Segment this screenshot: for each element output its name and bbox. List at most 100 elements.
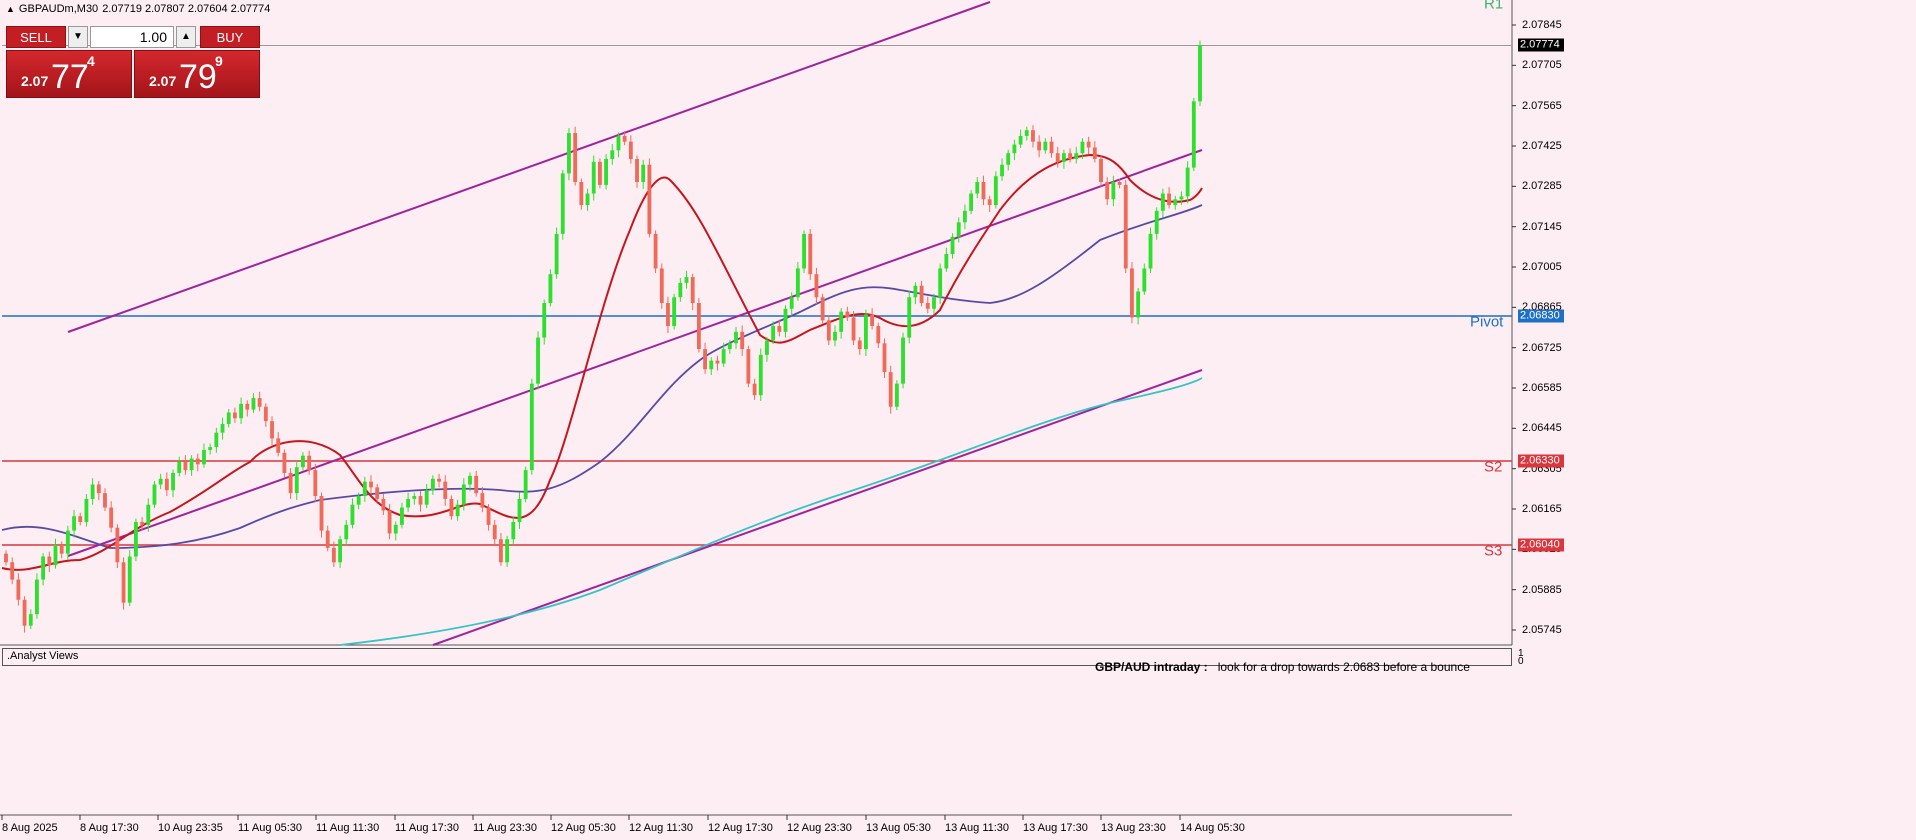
candle-body-bull — [1191, 101, 1196, 168]
level-name-s2: S2 — [1484, 458, 1503, 476]
price-tick-label: 2.06585 — [1522, 382, 1562, 394]
candle-body-bull — [938, 268, 943, 298]
candle-body-bull — [610, 150, 615, 159]
candle-body-bull — [1000, 164, 1004, 177]
symbol-timeframe: GBPAUDm,M30 — [18, 3, 99, 15]
sell-price-box[interactable]: 2.07 77 4 — [6, 50, 132, 98]
candle-body-bear — [1031, 130, 1035, 142]
candle-body-bull — [795, 268, 800, 298]
candle-body-bear — [96, 484, 101, 494]
candle-body-bull — [1012, 144, 1017, 154]
candle-body-bull — [529, 383, 534, 471]
candle-body-bull — [641, 164, 646, 183]
candle-body-bull — [338, 539, 342, 563]
price-axis[interactable]: 2.07845 2.07705 2.07565 2.07425 2.07285 2.071… — [1514, 0, 1916, 816]
analyst-headline: GBP/AUD intraday : look for a drop towar… — [1095, 660, 1470, 674]
candle-body-bear — [777, 326, 782, 332]
time-tick-label: 13 Aug 05:30 — [866, 822, 931, 834]
candle-body-bull — [226, 412, 231, 425]
candle-body-bear — [375, 487, 380, 499]
channel-middle-line — [67, 149, 1203, 557]
candle-body-bull — [344, 524, 349, 540]
candle-body-bear — [276, 438, 281, 453]
candle-body-bear — [325, 530, 330, 548]
candle-body-bear — [437, 478, 441, 482]
candle-body-bull — [771, 326, 776, 341]
lot-decrease-icon[interactable]: ▼ — [68, 26, 88, 48]
candle-body-bear — [1099, 158, 1103, 183]
candle-body-bull — [28, 614, 33, 626]
sell-price-main: 77 — [51, 58, 89, 96]
price-tick-label: 2.06725 — [1522, 341, 1562, 354]
candle-body-bear — [282, 452, 287, 473]
candle-body-bull — [393, 524, 398, 534]
candle-body-bull — [1148, 233, 1153, 269]
candle-body-bear — [22, 599, 27, 626]
price-tick-label: 2.05885 — [1522, 583, 1562, 596]
level-price-box-s3: 2.06040 — [1518, 538, 1564, 552]
candle-body-bull — [356, 496, 361, 505]
ma-slow-line — [339, 377, 1203, 646]
candle-body-bull — [1018, 135, 1023, 145]
candle-body-bull — [220, 424, 225, 433]
candle-body-bull — [758, 354, 763, 396]
candle-body-bull — [591, 161, 596, 194]
price-tick-label: 2.07145 — [1522, 220, 1562, 233]
candle-body-bull — [721, 349, 726, 364]
candle-body-bull — [1160, 193, 1165, 211]
candle-body-bear — [288, 472, 293, 494]
candle-body-bear — [307, 455, 312, 471]
candle-body-bear — [103, 493, 107, 508]
candle-body-bull — [1080, 141, 1085, 154]
time-tick-label: 12 Aug 11:30 — [629, 822, 694, 834]
candle-body-bear — [1037, 141, 1042, 151]
candle-body-bull — [189, 458, 194, 471]
candle-body-bull — [171, 472, 175, 491]
indicator-subwindow[interactable]: .Analyst Views GBP/AUD intraday : look f… — [2, 648, 1512, 674]
candle-body-bull — [864, 314, 868, 350]
time-tick-label: 12 Aug 17:30 — [708, 822, 773, 834]
candle-body-bear — [888, 372, 893, 407]
candle-body-bull — [802, 233, 806, 269]
price-tick-label: 2.07845 — [1522, 19, 1562, 31]
candle-body-bear — [59, 545, 64, 554]
lot-size-input[interactable]: 1.00 — [90, 26, 174, 48]
sell-price-sup: 4 — [87, 53, 95, 69]
candle-body-bull — [511, 521, 516, 540]
candle-body-bull — [956, 222, 961, 237]
candle-body-bull — [604, 158, 609, 185]
buy-price-main: 79 — [179, 58, 217, 96]
candle-body-bull — [1074, 153, 1079, 159]
candle-body-bear — [257, 398, 262, 407]
candle-body-bear — [499, 539, 503, 563]
candle-body-bear — [418, 496, 423, 505]
channel-lower-line — [432, 369, 1203, 646]
candle-body-bull — [158, 478, 163, 485]
candle-body-bull — [727, 343, 732, 350]
buy-price-prefix: 2.07 — [149, 73, 177, 89]
lot-increase-icon[interactable]: ▲ — [176, 26, 196, 48]
candle-body-bear — [480, 493, 485, 508]
buy-button[interactable]: BUY — [200, 26, 260, 48]
level-name-s3: S3 — [1484, 542, 1503, 560]
candle-body-bear — [746, 349, 751, 384]
candle-body-bear — [492, 524, 497, 540]
candle-body-bear — [622, 135, 627, 142]
collapse-triangle-icon[interactable]: ▲ — [6, 4, 15, 14]
ma-fast-line — [1, 153, 1203, 571]
candle-body-bear — [597, 161, 602, 185]
chart-title: ▲ GBPAUDm,M30 2.07719 2.07807 2.07604 2.… — [6, 3, 270, 15]
time-tick-label: 11 Aug 17:30 — [395, 822, 460, 834]
candle-body-bull — [424, 490, 429, 505]
buy-price-box[interactable]: 2.07 79 9 — [134, 50, 260, 98]
candle-body-bear — [870, 314, 875, 327]
candle-body-bear — [635, 158, 639, 183]
candle-body-bear — [666, 303, 670, 327]
candle-body-bear — [1092, 147, 1097, 159]
candle-body-bull — [208, 447, 213, 450]
price-tick-label: 2.07425 — [1522, 140, 1562, 152]
candle-body-bear — [851, 317, 856, 341]
candle-body-bull — [400, 507, 404, 525]
sell-button[interactable]: SELL — [6, 26, 66, 48]
candle-body-bear — [1117, 182, 1122, 185]
